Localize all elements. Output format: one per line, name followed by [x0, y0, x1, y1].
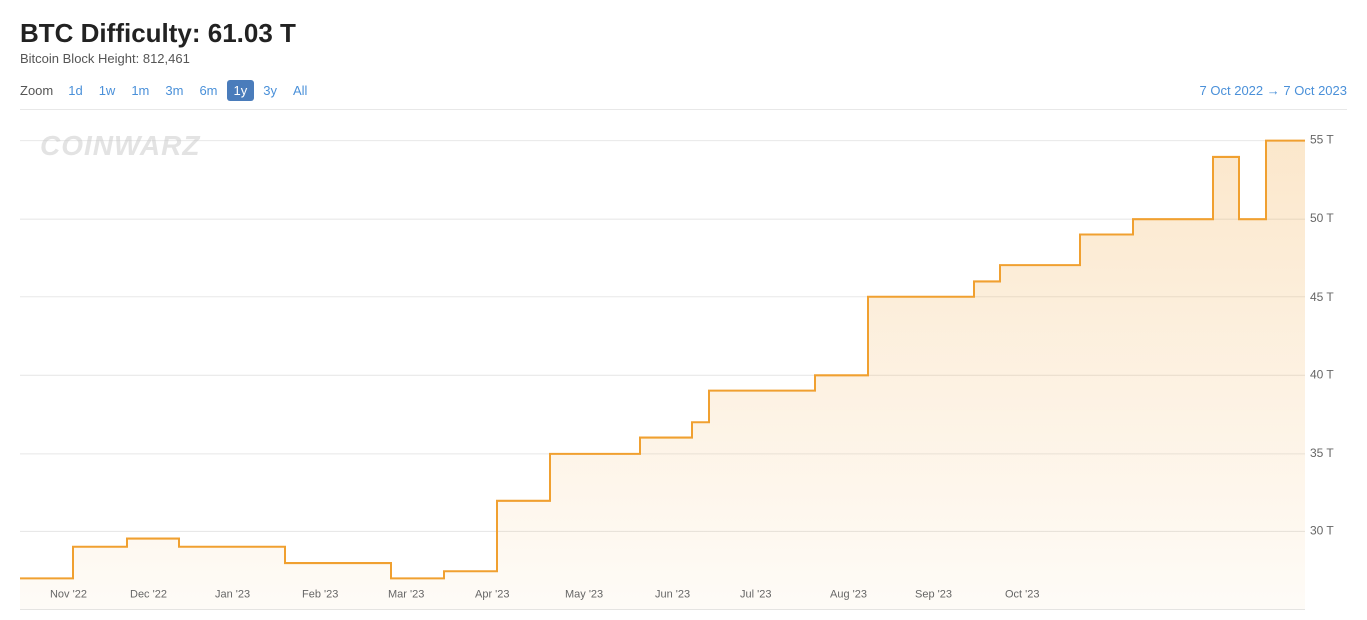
svg-text:50 T: 50 T: [1310, 211, 1334, 225]
svg-text:Jun '23: Jun '23: [655, 589, 690, 601]
chart-subtitle: Bitcoin Block Height: 812,461: [20, 51, 1347, 66]
svg-text:Oct '23: Oct '23: [1005, 589, 1040, 601]
svg-text:55 T: 55 T: [1310, 133, 1334, 147]
zoom-all[interactable]: All: [286, 80, 314, 101]
chart-svg: 30 T 35 T 40 T 45 T 50 T 55 T Nov '22 De…: [20, 110, 1347, 610]
svg-text:30 T: 30 T: [1310, 523, 1334, 537]
chart-title: BTC Difficulty: 61.03 T: [20, 18, 1347, 49]
svg-text:35 T: 35 T: [1310, 446, 1334, 460]
zoom-3m[interactable]: 3m: [158, 80, 190, 101]
svg-text:Aug '23: Aug '23: [830, 589, 867, 601]
svg-text:Apr '23: Apr '23: [475, 589, 510, 601]
svg-text:Feb '23: Feb '23: [302, 589, 338, 601]
zoom-controls: Zoom 1d 1w 1m 3m 6m 1y 3y All: [20, 80, 314, 101]
zoom-label: Zoom: [20, 83, 53, 98]
svg-text:Jul '23: Jul '23: [740, 589, 771, 601]
svg-text:Mar '23: Mar '23: [388, 589, 424, 601]
zoom-3y[interactable]: 3y: [256, 80, 284, 101]
controls-row: Zoom 1d 1w 1m 3m 6m 1y 3y All 7 Oct 2022…: [20, 80, 1347, 101]
svg-text:40 T: 40 T: [1310, 367, 1334, 381]
svg-text:Dec '22: Dec '22: [130, 589, 167, 601]
zoom-1m[interactable]: 1m: [124, 80, 156, 101]
zoom-1d[interactable]: 1d: [61, 80, 89, 101]
date-range: 7 Oct 2022 → 7 Oct 2023: [1200, 83, 1347, 98]
zoom-1w[interactable]: 1w: [92, 80, 123, 101]
date-end: 7 Oct 2023: [1283, 83, 1347, 98]
svg-text:Nov '22: Nov '22: [50, 589, 87, 601]
chart-area: CoinWarz 30 T 35 T 40 T 45 T 50 T 55 T: [20, 109, 1347, 610]
svg-text:Sep '23: Sep '23: [915, 589, 952, 601]
date-arrow: →: [1267, 83, 1280, 98]
svg-text:Jan '23: Jan '23: [215, 589, 250, 601]
svg-text:45 T: 45 T: [1310, 290, 1334, 304]
main-container: BTC Difficulty: 61.03 T Bitcoin Block He…: [0, 0, 1367, 620]
zoom-6m[interactable]: 6m: [192, 80, 224, 101]
date-start: 7 Oct 2022: [1200, 83, 1264, 98]
svg-text:May '23: May '23: [565, 589, 603, 601]
zoom-1y[interactable]: 1y: [227, 80, 255, 101]
